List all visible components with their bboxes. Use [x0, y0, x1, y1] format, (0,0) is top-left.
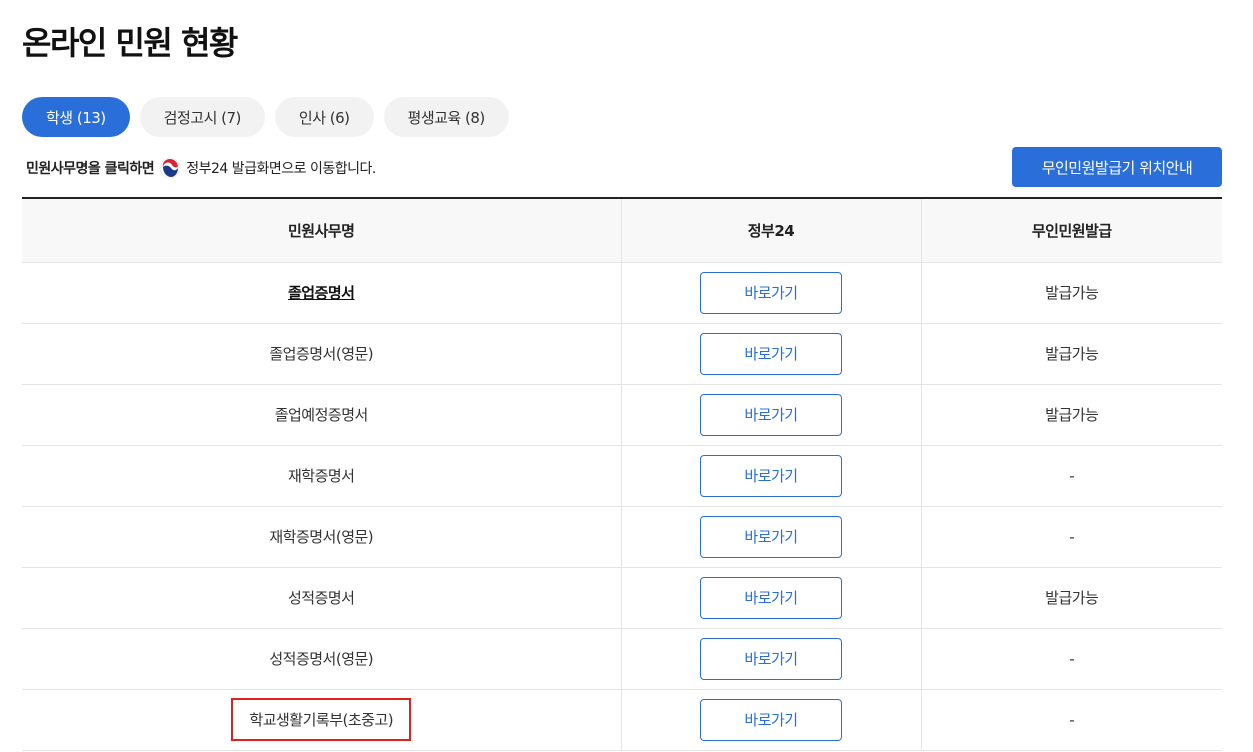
tab-personnel[interactable]: 인사 (6) — [274, 97, 374, 137]
go-button[interactable]: 바로가기 — [700, 332, 842, 375]
kiosk-status: 발급가능 — [921, 323, 1222, 385]
header-gov24: 정부24 — [621, 198, 922, 263]
kiosk-status: - — [921, 628, 1222, 690]
go-button[interactable]: 바로가기 — [700, 271, 842, 314]
service-name-link[interactable]: 졸업증명서(영문) — [269, 345, 373, 363]
go-button[interactable]: 바로가기 — [700, 637, 842, 680]
kiosk-status: 발급가능 — [921, 384, 1222, 446]
go-button[interactable]: 바로가기 — [700, 698, 842, 741]
notice-tail: 정부24 발급화면으로 이동합니다. — [186, 161, 376, 177]
table-header-row: 민원사무명 정부24 무인민원발급 — [22, 198, 1222, 263]
civil-service-table: 민원사무명 정부24 무인민원발급 졸업증명서 바로가기 발급가능 졸업증명서(… — [22, 197, 1222, 751]
service-name-link[interactable]: 재학증명서 — [288, 467, 355, 485]
go-button[interactable]: 바로가기 — [700, 576, 842, 619]
table-row: 학교생활기록부(초중고) 바로가기 - — [22, 689, 1222, 751]
table-row: 재학증명서 바로가기 - — [22, 445, 1222, 507]
go-button[interactable]: 바로가기 — [700, 454, 842, 497]
notice-text: 민원사무명을 클릭하면 정부24 발급화면으로 이동합니다. — [26, 157, 376, 179]
header-service-name: 민원사무명 — [22, 198, 622, 263]
page-title: 온라인 민원 현황 — [22, 24, 238, 62]
service-name-link[interactable]: 학교생활기록부(초중고) — [249, 711, 393, 729]
service-name-link[interactable]: 성적증명서 — [288, 589, 355, 607]
highlight-box: 학교생활기록부(초중고) — [231, 698, 412, 741]
go-button[interactable]: 바로가기 — [700, 515, 842, 558]
service-name-link[interactable]: 재학증명서(영문) — [269, 528, 373, 546]
tab-ged[interactable]: 검정고시 (7) — [139, 97, 265, 137]
kiosk-status: - — [921, 445, 1222, 507]
service-name-link[interactable]: 졸업예정증명서 — [275, 406, 369, 424]
tab-student[interactable]: 학생 (13) — [22, 97, 130, 137]
service-name-link[interactable]: 졸업증명서 — [288, 284, 355, 302]
kiosk-location-button[interactable]: 무인민원발급기 위치안내 — [1012, 147, 1222, 187]
government-emblem-icon — [159, 157, 181, 179]
kiosk-status: - — [921, 506, 1222, 568]
kiosk-status: 발급가능 — [921, 567, 1222, 629]
notice-lead: 민원사무명을 클릭하면 — [26, 161, 155, 177]
table-row: 졸업증명서(영문) 바로가기 발급가능 — [22, 323, 1222, 385]
kiosk-status: 발급가능 — [921, 262, 1222, 324]
tab-lifelong-education[interactable]: 평생교육 (8) — [383, 97, 509, 137]
table-row: 졸업증명서 바로가기 발급가능 — [22, 262, 1222, 324]
service-name-link[interactable]: 성적증명서(영문) — [269, 650, 373, 668]
table-row: 성적증명서 바로가기 발급가능 — [22, 567, 1222, 629]
category-tabs: 학생 (13) 검정고시 (7) 인사 (6) 평생교육 (8) — [22, 97, 509, 137]
header-kiosk: 무인민원발급 — [921, 198, 1222, 263]
table-row: 성적증명서(영문) 바로가기 - — [22, 628, 1222, 690]
table-row: 졸업예정증명서 바로가기 발급가능 — [22, 384, 1222, 446]
go-button[interactable]: 바로가기 — [700, 393, 842, 436]
kiosk-status: - — [921, 689, 1222, 751]
table-row: 재학증명서(영문) 바로가기 - — [22, 506, 1222, 568]
